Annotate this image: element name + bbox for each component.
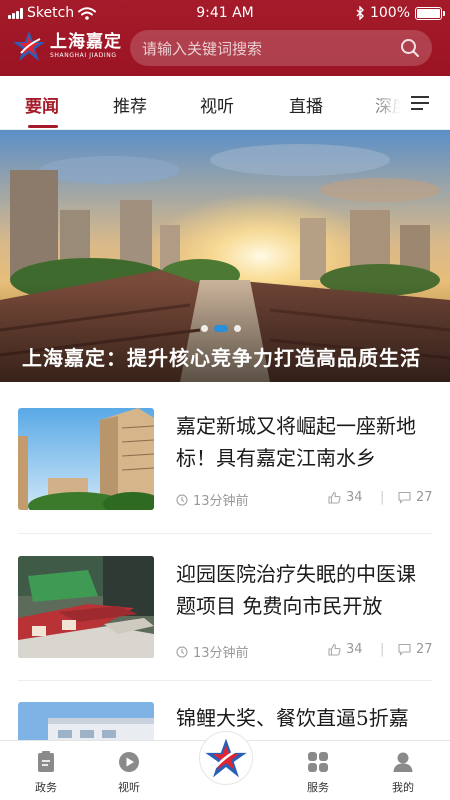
- comment-icon: [398, 491, 411, 504]
- list-divider: [18, 680, 432, 681]
- nav-audio-video[interactable]: 视听: [99, 751, 159, 795]
- carousel-dot[interactable]: [201, 325, 208, 332]
- nav-label: 服务: [307, 781, 329, 794]
- tab-headlines[interactable]: 要闻: [25, 92, 59, 117]
- news-thumbnail: [18, 702, 154, 740]
- carousel-dot[interactable]: [234, 325, 241, 332]
- search-input[interactable]: 请输入关键词搜索: [142, 38, 400, 59]
- publish-time: 13分钟前: [176, 490, 249, 509]
- nav-home-button[interactable]: [199, 731, 253, 785]
- news-meta: 13分钟前 34 | 27: [176, 490, 434, 510]
- bluetooth-icon: [356, 6, 364, 20]
- carousel-indicator[interactable]: [201, 325, 241, 332]
- comment-button[interactable]: 27: [398, 490, 433, 505]
- news-item[interactable]: 迎园医院治疗失眠的中医课题项目 免费向市民开放 13分钟前 34 | 27: [0, 556, 450, 686]
- tab-audio-video[interactable]: 视听: [200, 92, 234, 117]
- battery-level: [417, 8, 440, 18]
- grid-icon: [308, 752, 328, 772]
- user-icon: [393, 752, 413, 772]
- tab-live[interactable]: 直播: [289, 92, 323, 117]
- clock-icon: [176, 493, 188, 506]
- news-thumbnail: [18, 408, 154, 510]
- like-button[interactable]: 34: [328, 642, 363, 657]
- comment-count: 27: [416, 490, 433, 505]
- nav-government[interactable]: 政务: [16, 751, 76, 795]
- carousel-dot[interactable]: [214, 325, 228, 332]
- battery-percent: 100%: [369, 5, 410, 21]
- like-button[interactable]: 34: [328, 490, 363, 505]
- news-title[interactable]: 嘉定新城又将崛起一座新地标！具有嘉定江南水乡: [176, 410, 434, 474]
- bottom-navigation: 政务 视听 服务 我的: [0, 731, 450, 800]
- tab-fade-overlay: [360, 76, 450, 129]
- comment-icon: [398, 643, 411, 656]
- thumbs-up-icon: [328, 491, 341, 504]
- clock-icon: [176, 645, 188, 658]
- brand-name-en: SHANGHAI JIADING: [50, 51, 117, 59]
- app-header: Sketch 9:41 AM 100% 上海嘉定 SHANGHAI JIADIN…: [0, 0, 450, 76]
- brand-wordmark: 上海嘉定 SHANGHAI JIADING: [50, 31, 122, 59]
- tab-recommended[interactable]: 推荐: [113, 92, 147, 117]
- news-thumbnail: [18, 556, 154, 658]
- like-count: 34: [346, 490, 363, 505]
- search-icon[interactable]: [400, 38, 420, 58]
- search-bar[interactable]: 请输入关键词搜索: [130, 30, 432, 66]
- active-tab-indicator: [28, 125, 58, 128]
- banner-title: 上海嘉定：提升核心竞争力打造高品质生活: [22, 346, 421, 370]
- news-item[interactable]: 嘉定新城又将崛起一座新地标！具有嘉定江南水乡 13分钟前 34 | 27: [0, 408, 450, 538]
- brand-logo[interactable]: 上海嘉定 SHANGHAI JIADING: [12, 30, 122, 62]
- status-right: 100%: [356, 5, 445, 21]
- brand-name-cn: 上海嘉定: [50, 31, 122, 52]
- nav-label: 视听: [118, 781, 140, 794]
- publish-time-text: 13分钟前: [193, 646, 249, 661]
- status-bar: Sketch 9:41 AM 100%: [0, 0, 450, 26]
- meta-separator: |: [380, 642, 385, 657]
- nav-profile[interactable]: 我的: [373, 751, 433, 795]
- battery-icon: [415, 6, 445, 20]
- nav-label: 政务: [35, 781, 57, 794]
- meta-separator: |: [380, 490, 385, 505]
- comment-count: 27: [416, 642, 433, 657]
- news-title[interactable]: 锦鲤大奖、餐饮直逼5折嘉: [176, 702, 434, 734]
- list-divider: [18, 533, 432, 534]
- headline-banner[interactable]: 上海嘉定：提升核心竞争力打造高品质生活: [0, 130, 450, 382]
- publish-time: 13分钟前: [176, 642, 249, 661]
- news-title[interactable]: 迎园医院治疗失眠的中医课题项目 免费向市民开放: [176, 558, 434, 622]
- thumbs-up-icon: [328, 643, 341, 656]
- home-logo-icon: [205, 738, 247, 778]
- document-icon: [38, 751, 54, 772]
- publish-time-text: 13分钟前: [193, 494, 249, 509]
- nav-label: 我的: [392, 781, 414, 794]
- news-meta: 13分钟前 34 | 27: [176, 642, 434, 662]
- nav-services[interactable]: 服务: [288, 751, 348, 795]
- menu-icon[interactable]: [410, 94, 430, 112]
- like-count: 34: [346, 642, 363, 657]
- comment-button[interactable]: 27: [398, 642, 433, 657]
- category-tabs: 要闻 推荐 视听 直播 深度: [0, 76, 450, 130]
- play-icon: [119, 752, 139, 772]
- jiading-logo-icon: [13, 31, 45, 61]
